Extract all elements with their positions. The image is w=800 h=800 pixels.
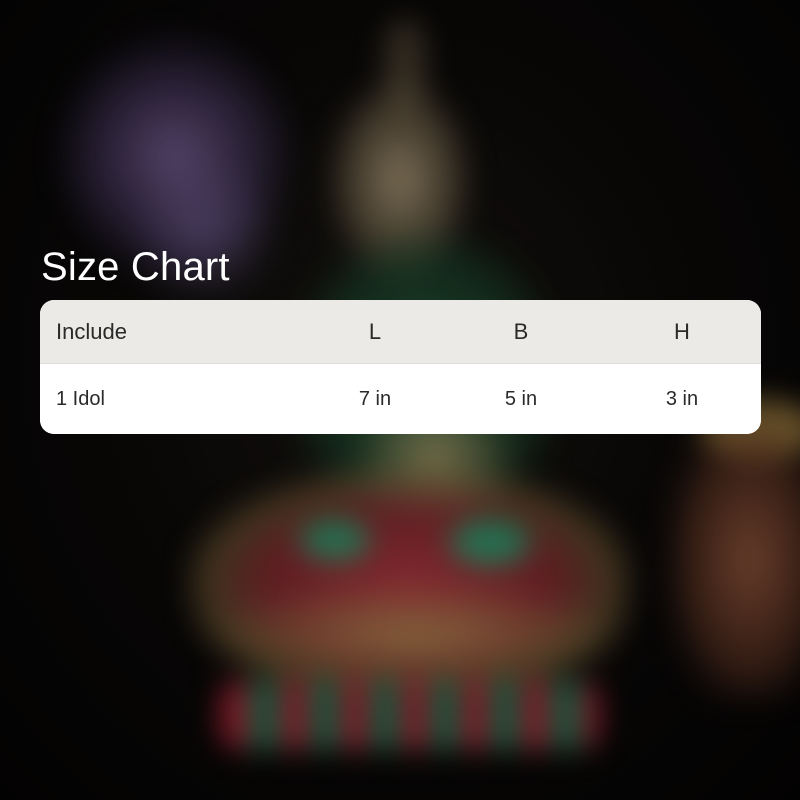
column-header-include: Include xyxy=(56,318,127,344)
cell-height: 3 in xyxy=(665,387,699,410)
column-header-breadth: B xyxy=(513,318,529,344)
cell-length: 7 in xyxy=(358,387,392,410)
column-header-length: L xyxy=(368,318,382,344)
table-row: 1 Idol 7 in 5 in 3 in xyxy=(40,364,761,434)
cell-include: 1 Idol xyxy=(56,387,105,410)
size-chart-card: Size Chart Include L B H 1 Idol 7 in 5 i… xyxy=(0,0,800,800)
column-header-height: H xyxy=(674,318,690,344)
table-header-row: Include L B H xyxy=(40,300,761,364)
size-table: Include L B H 1 Idol 7 in 5 in 3 in xyxy=(40,300,761,434)
cell-breadth: 5 in xyxy=(504,387,538,410)
page-title: Size Chart xyxy=(41,245,230,289)
